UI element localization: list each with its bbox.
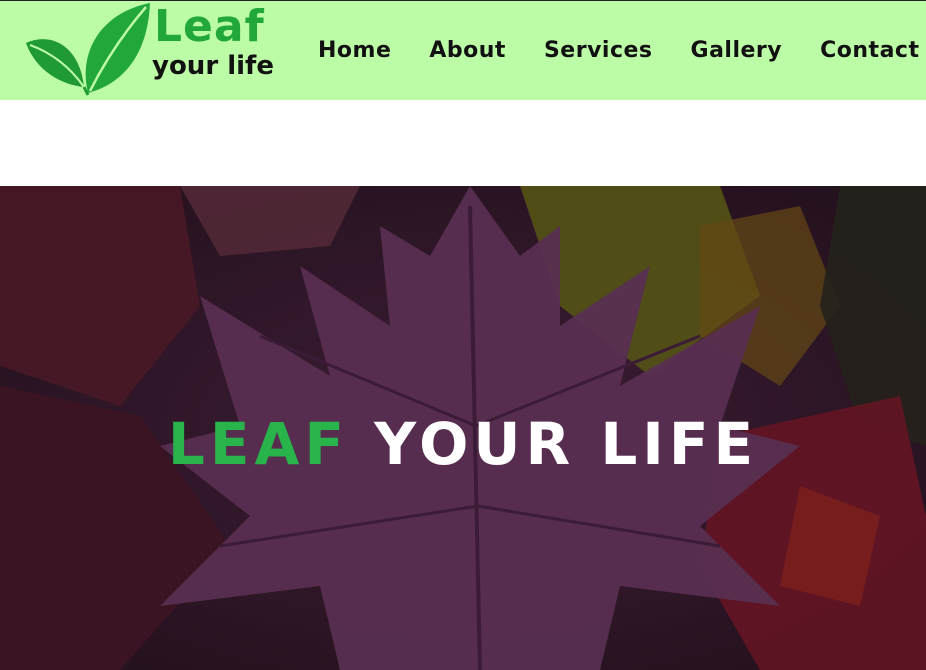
hero-title: LEAF YOUR LIFE [0, 415, 926, 473]
logo-title: Leaf [154, 1, 265, 52]
nav-services-link[interactable]: Services [544, 38, 653, 63]
hero-title-accent: LEAF [167, 409, 349, 478]
leaf-logo-icon [26, 3, 150, 96]
nav-gallery-link[interactable]: Gallery [691, 38, 783, 63]
hero-title-rest: YOUR LIFE [374, 409, 759, 478]
site-logo[interactable]: Leaf your life [22, 1, 282, 99]
nav-home-link[interactable]: Home [318, 38, 391, 63]
nav-contact-link[interactable]: Contact [820, 38, 919, 63]
nav-about-link[interactable]: About [429, 38, 506, 63]
site-header: Leaf your life Home About Services Galle… [0, 0, 926, 100]
main-nav: Home About Services Gallery Contact [300, 1, 926, 99]
header-spacer [0, 100, 926, 186]
hero-banner: LEAF YOUR LIFE [0, 186, 926, 670]
logo-tagline: your life [152, 51, 274, 81]
